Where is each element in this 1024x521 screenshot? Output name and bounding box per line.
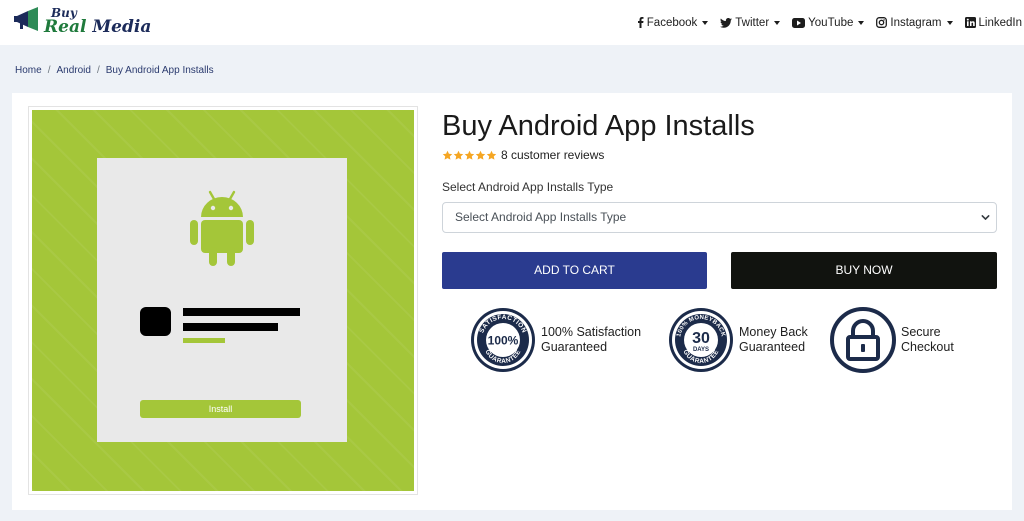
breadcrumb-separator: / [47,65,51,76]
phone-mockup: Install [97,158,347,442]
type-select[interactable]: Select Android App Installs Type [442,202,997,233]
nav-twitter-label: Twitter [735,16,770,29]
breadcrumb-separator: / [96,65,100,76]
product-rating: 8 customer reviews [442,148,604,162]
breadcrumb: Home / Android / Buy Android App Install… [15,65,214,76]
chevron-down-icon [981,215,990,220]
svg-text:30: 30 [692,330,710,347]
star-icon [475,150,486,160]
breadcrumb-category[interactable]: Android [56,65,90,76]
site-logo[interactable]: Buy Real Media [14,5,151,41]
app-desc-placeholder [183,323,278,331]
android-robot-icon [190,190,254,266]
satisfaction-line2: Guaranteed [541,340,608,354]
nav-twitter[interactable]: Twitter [720,16,781,29]
nav-facebook-label: Facebook [646,16,698,29]
money-back-line2: Guaranteed [739,340,806,354]
secure-line1: Secure [901,325,941,339]
app-icon-placeholder [140,307,171,336]
product-image-background: Install [32,110,414,491]
nav-facebook[interactable]: Facebook [637,17,709,29]
svg-text:DAYS: DAYS [693,347,709,353]
app-name-placeholder [183,308,300,316]
type-select-value: Select Android App Installs Type [455,210,627,224]
twitter-icon [720,17,733,28]
satisfaction-seal-icon: SATISFACTION GUARANTEE 100% [471,308,535,372]
chevron-down-icon [858,20,865,25]
instagram-icon [876,17,888,28]
nav-youtube[interactable]: YouTube [792,16,865,29]
lock-icon [830,307,896,373]
secure-checkout-badge: Secure Checkout [829,306,954,374]
product-title: Buy Android App Installs [442,110,755,142]
star-icon [464,150,475,160]
social-nav: Facebook Twitter YouTube Instagram Linke… [637,0,1022,45]
chevron-down-icon [946,20,953,25]
logo-text-brand: Real Media [44,17,152,37]
star-icon [453,150,464,160]
nav-instagram-label: Instagram [890,16,942,29]
breadcrumb-current: Buy Android App Installs [105,65,214,76]
satisfaction-line1: 100% Satisfaction [541,325,642,339]
top-header: Buy Real Media Facebook Twitter YouTube … [0,0,1024,45]
nav-linkedin[interactable]: LinkedIn [964,16,1022,29]
product-card: Install Buy Android App Installs 8 custo… [12,93,1012,510]
satisfaction-badge: SATISFACTION GUARANTEE 100% 100% Satisfa… [469,306,641,374]
app-rating-placeholder [183,338,225,343]
add-to-cart-button[interactable]: ADD TO CART [442,252,707,289]
rating-stars [442,150,497,161]
money-back-line1: Money Back [739,325,808,339]
chevron-down-icon [774,20,781,25]
nav-linkedin-label: LinkedIn [978,16,1022,29]
star-icon [442,150,453,160]
type-select-label: Select Android App Installs Type [442,180,614,194]
buy-now-button[interactable]: BUY NOW [731,252,997,289]
reviews-link[interactable]: 8 customer reviews [501,148,604,162]
product-image[interactable]: Install [28,106,418,495]
chevron-down-icon [702,20,709,25]
nav-youtube-label: YouTube [808,16,854,29]
facebook-icon [637,17,644,28]
money-back-seal-icon: 100% MONEYBACK GUARANTEE 30 DAYS [669,308,733,372]
linkedin-icon [964,17,976,28]
youtube-icon [792,17,806,28]
star-icon [486,150,497,160]
svg-text:100%: 100% [488,334,519,348]
secure-line2: Checkout [901,340,954,354]
nav-instagram[interactable]: Instagram [876,16,953,29]
megaphone-icon [14,7,38,31]
breadcrumb-home[interactable]: Home [15,65,42,76]
image-install-button: Install [140,400,301,418]
money-back-badge: 100% MONEYBACK GUARANTEE 30 DAYS Money B… [667,306,808,374]
